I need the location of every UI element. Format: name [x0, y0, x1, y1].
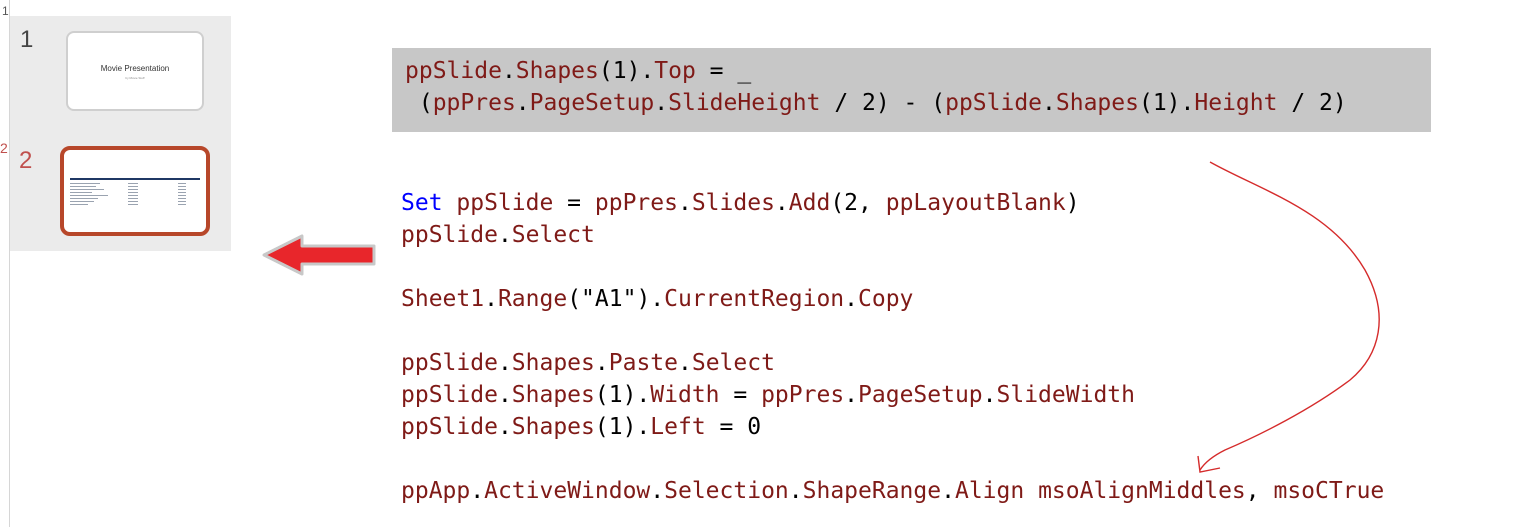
- code-line-copy: Sheet1.Range("A1").CurrentRegion.Copy: [401, 286, 914, 312]
- highlight-code-line-2: (ppPres.PageSetup.SlideHeight / 2) - (pp…: [405, 90, 1347, 116]
- mini-table-rows: [70, 181, 200, 207]
- code-line-select: ppSlide.Select: [401, 222, 595, 248]
- edge-tick: 1: [2, 4, 9, 18]
- slide-thumbnail-pane[interactable]: 1 Movie Presentation by Movie Stuff 2: [10, 16, 231, 251]
- highlight-code-line-1: ppSlide.Shapes(1).Top = _: [405, 58, 752, 84]
- code-line-paste: ppSlide.Shapes.Paste.Select: [401, 350, 775, 376]
- slide-thumbnail-1[interactable]: Movie Presentation by Movie Stuff: [66, 31, 204, 111]
- mini-table-header: [70, 178, 200, 180]
- curved-arrow-icon: [1197, 161, 1380, 473]
- code-line-left: ppSlide.Shapes(1).Left = 0: [401, 414, 762, 440]
- slide-1-subtitle: by Movie Stuff: [125, 76, 145, 80]
- arrow-left-icon: [262, 234, 376, 276]
- slide-number-2: 2: [19, 147, 33, 174]
- slide-thumbnail-2-selected[interactable]: [60, 146, 210, 236]
- window-edge: 1 2: [0, 0, 10, 527]
- highlighted-code-block: ppSlide.Shapes(1).Top = _ (ppPres.PageSe…: [392, 48, 1431, 132]
- edge-mark: 2: [0, 140, 8, 156]
- slide-number-1: 1: [20, 26, 34, 53]
- code-line-set-slide: Set ppSlide = ppPres.Slides.Add(2, ppLay…: [401, 190, 1080, 216]
- slide-1-title: Movie Presentation: [100, 64, 170, 73]
- code-line-width: ppSlide.Shapes(1).Width = ppPres.PageSet…: [401, 382, 1135, 408]
